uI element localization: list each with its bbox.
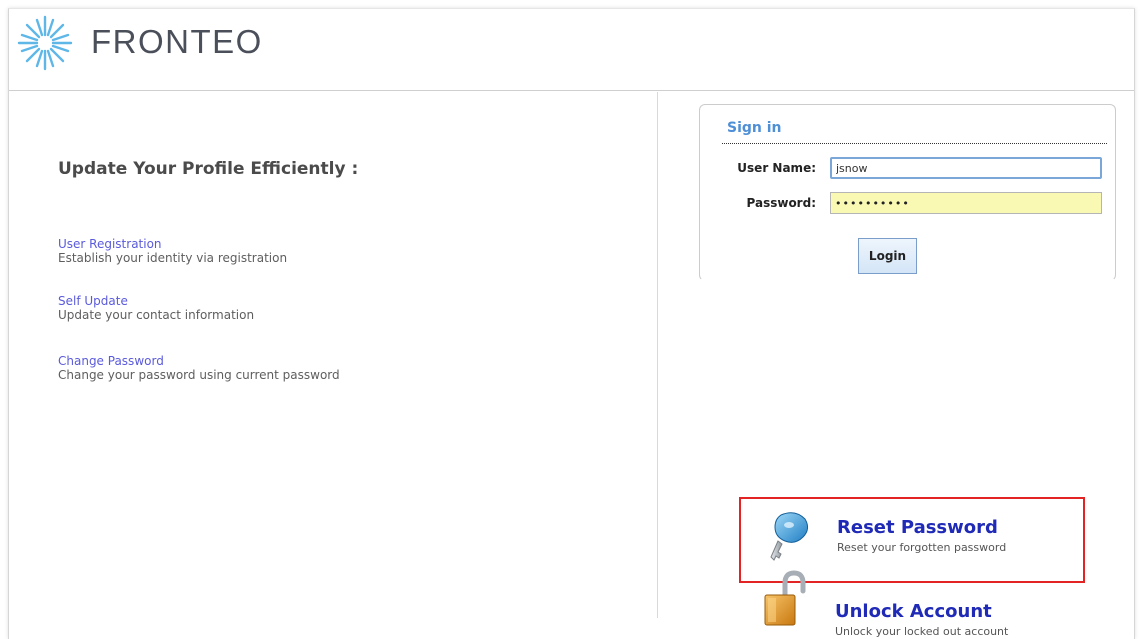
brand-name: FRONTEO — [91, 23, 263, 60]
link-self-update: Self Update Update your contact informat… — [58, 294, 458, 322]
link-change-password: Change Password Change your password usi… — [58, 354, 458, 382]
page-frame: FRONTEO Update Your Profile Efficiently … — [8, 8, 1135, 639]
username-input[interactable] — [830, 157, 1102, 179]
reset-password-title[interactable]: Reset Password — [837, 517, 998, 538]
change-password-link[interactable]: Change Password — [58, 354, 458, 368]
padlock-icon — [764, 570, 806, 626]
signin-title: Sign in — [727, 120, 782, 136]
reset-password-description: Reset your forgotten password — [837, 541, 1007, 554]
username-label: User Name: — [737, 161, 816, 175]
signin-panel: Sign in User Name: Password: Login — [699, 104, 1116, 281]
change-password-description: Change your password using current passw… — [58, 368, 340, 382]
key-icon — [770, 512, 809, 561]
unlock-account-title[interactable]: Unlock Account — [835, 601, 992, 622]
user-registration-description: Establish your identity via registration — [58, 251, 288, 265]
unlock-account-description: Unlock your locked out account — [835, 625, 1009, 638]
password-input[interactable] — [830, 192, 1102, 214]
column-divider — [657, 92, 658, 618]
link-user-registration: User Registration Establish your identit… — [58, 237, 458, 265]
self-update-description: Update your contact information — [58, 308, 255, 322]
user-registration-link[interactable]: User Registration — [58, 237, 458, 251]
unlock-account-action[interactable]: Unlock Account Unlock your locked out ac… — [739, 570, 1085, 639]
login-button[interactable]: Login — [858, 238, 917, 274]
self-update-link[interactable]: Self Update — [58, 294, 458, 308]
signin-separator — [722, 143, 1107, 144]
header: FRONTEO — [9, 9, 1134, 91]
password-label: Password: — [746, 196, 817, 210]
page-headline: Update Your Profile Efficiently : — [58, 159, 359, 179]
fronteo-burst-icon — [17, 15, 73, 71]
